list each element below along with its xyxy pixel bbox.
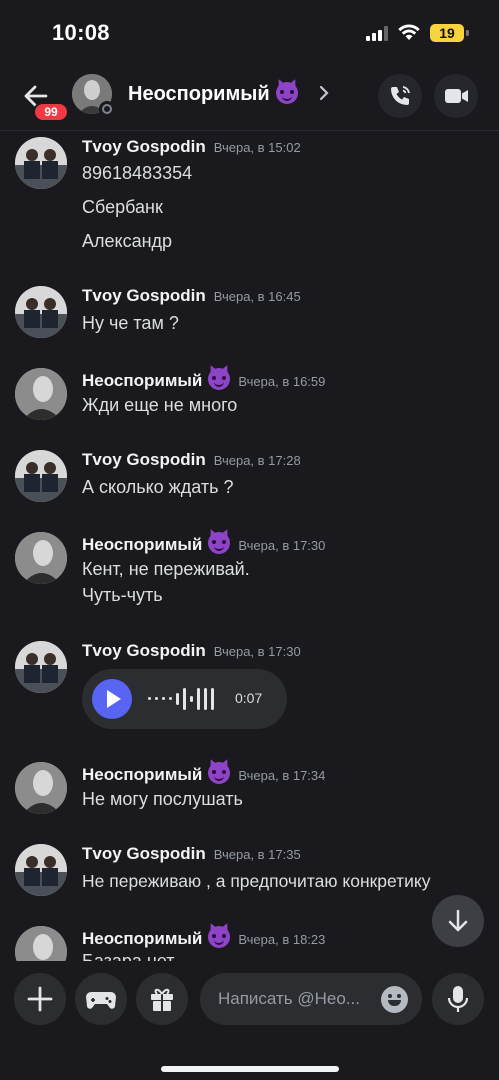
message-text: Ну че там ? — [82, 313, 179, 333]
message-author[interactable]: Tvoy Gospodin Вчера, в 17:35 — [82, 844, 301, 864]
cellular-signal-icon — [366, 26, 388, 41]
message-author[interactable]: Неоспоримый Вчера, в 18:23 — [82, 922, 326, 949]
chat-header: 99 Неоспоримый — [0, 66, 499, 131]
devil-emoji-icon — [275, 78, 298, 104]
message-timestamp: Вчера, в 17:34 — [238, 768, 326, 783]
user-avatar[interactable] — [15, 844, 67, 896]
author-name: Неоспоримый — [82, 535, 203, 554]
gamepad-icon — [86, 992, 116, 1009]
message-text: Базара нет — [82, 951, 175, 961]
author-name: Tvoy Gospodin — [82, 137, 206, 156]
status-bar: 10:08 19 — [0, 0, 499, 66]
message-text: Не переживаю , а предпочитаю конкретику — [82, 871, 431, 891]
user-avatar[interactable] — [15, 532, 67, 584]
message-input-box[interactable] — [200, 973, 422, 1025]
author-name: Tvoy Gospodin — [82, 450, 206, 469]
video-call-button[interactable] — [434, 74, 478, 118]
voice-call-button[interactable] — [378, 74, 422, 118]
contact-name[interactable]: Неоспоримый — [128, 78, 298, 106]
message-text: Александр — [82, 231, 173, 251]
activities-button[interactable] — [75, 973, 127, 1025]
user-avatar[interactable] — [15, 450, 67, 502]
waveform-icon — [148, 687, 224, 711]
message-author[interactable]: Неоспоримый Вчера, в 16:59 — [82, 364, 326, 391]
emoji-icon[interactable] — [381, 986, 408, 1013]
message-composer — [0, 961, 499, 1080]
message-text: Чуть-чуть — [82, 585, 163, 605]
message-list[interactable]: Tvoy Gospodin Вчера, в 15:02 89618483354 … — [0, 132, 499, 961]
message-text: Не могу послушать — [82, 789, 243, 809]
attach-button[interactable] — [14, 973, 66, 1025]
message-author[interactable]: Неоспоримый Вчера, в 17:30 — [82, 528, 326, 555]
user-avatar[interactable] — [15, 762, 67, 814]
battery-tip — [466, 30, 469, 36]
user-avatar[interactable] — [15, 926, 67, 961]
home-indicator — [161, 1066, 339, 1072]
message-timestamp: Вчера, в 17:35 — [213, 847, 301, 862]
user-avatar[interactable] — [15, 286, 67, 338]
battery-indicator: 19 — [430, 24, 464, 42]
devil-emoji-icon — [208, 364, 231, 390]
message-text: Кент, не переживай. — [82, 559, 250, 579]
author-name: Неоспоримый — [82, 929, 203, 948]
phone-call-icon — [391, 86, 410, 105]
user-avatar[interactable] — [15, 641, 67, 693]
arrow-down-icon — [448, 909, 468, 932]
message-author[interactable]: Tvoy Gospodin Вчера, в 15:02 — [82, 137, 301, 157]
message-timestamp: Вчера, в 17:30 — [213, 644, 301, 659]
message-timestamp: Вчера, в 17:30 — [238, 538, 326, 553]
message-timestamp: Вчера, в 16:59 — [238, 374, 326, 389]
message-text: Сбербанк — [82, 197, 163, 217]
voice-duration: 0:07 — [235, 690, 263, 706]
author-name: Неоспоримый — [82, 371, 203, 390]
devil-emoji-icon — [208, 528, 231, 554]
chevron-right-icon[interactable] — [318, 83, 330, 103]
video-camera-icon — [445, 89, 468, 103]
voice-message: 0:07 — [82, 669, 287, 729]
devil-emoji-icon — [208, 758, 231, 784]
status-offline-icon — [99, 101, 115, 117]
message-author[interactable]: Неоспоримый Вчера, в 17:34 — [82, 758, 326, 785]
message-timestamp: Вчера, в 17:28 — [213, 453, 301, 468]
author-name: Tvoy Gospodin — [82, 844, 206, 863]
status-time: 10:08 — [52, 20, 110, 45]
message-author[interactable]: Tvoy Gospodin Вчера, в 16:45 — [82, 286, 301, 306]
user-avatar[interactable] — [15, 137, 67, 189]
author-name: Tvoy Gospodin — [82, 641, 206, 660]
wifi-icon — [398, 24, 420, 41]
message-input[interactable] — [218, 987, 368, 1011]
devil-emoji-icon — [208, 922, 231, 948]
play-button[interactable] — [92, 679, 132, 719]
voice-record-button[interactable] — [432, 973, 484, 1025]
user-avatar[interactable] — [15, 368, 67, 420]
contact-name-label: Неоспоримый — [128, 83, 270, 105]
scroll-to-bottom-button[interactable] — [432, 895, 484, 947]
plus-icon — [27, 986, 53, 1012]
author-name: Неоспоримый — [82, 765, 203, 784]
message-timestamp: Вчера, в 18:23 — [238, 932, 326, 947]
gift-icon — [151, 988, 173, 1011]
gift-button[interactable] — [136, 973, 188, 1025]
message-text: 89618483354 — [82, 163, 193, 183]
message-author[interactable]: Tvoy Gospodin Вчера, в 17:28 — [82, 450, 301, 470]
author-name: Tvoy Gospodin — [82, 286, 206, 305]
microphone-icon — [447, 986, 469, 1012]
message-author[interactable]: Tvoy Gospodin Вчера, в 17:30 — [82, 641, 301, 661]
message-text: Жди еще не много — [82, 395, 238, 415]
message-timestamp: Вчера, в 15:02 — [213, 140, 301, 155]
unread-badge: 99 — [33, 102, 69, 122]
message-text: А сколько ждать ? — [82, 477, 234, 497]
message-timestamp: Вчера, в 16:45 — [213, 289, 301, 304]
